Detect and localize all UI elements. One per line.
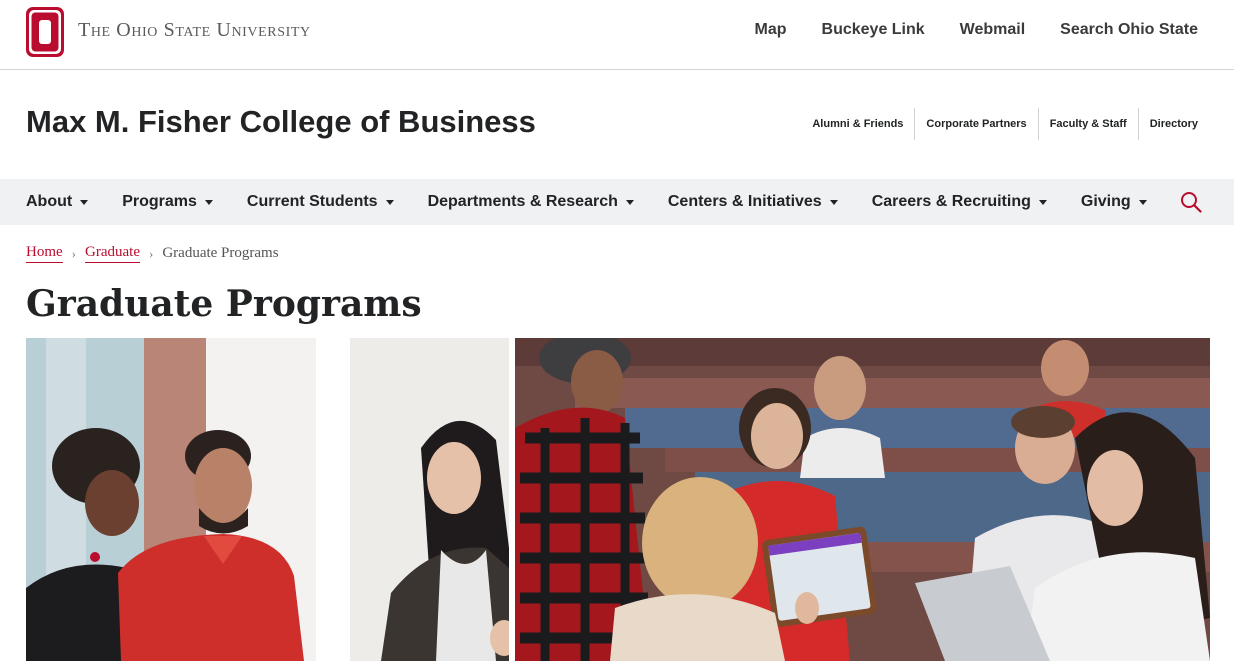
block-o-logo[interactable]	[26, 7, 64, 57]
nav-item-careers-recruiting[interactable]: Careers & Recruiting	[872, 193, 1047, 211]
caret-down-icon	[1038, 200, 1047, 205]
nav-item-programs[interactable]: Programs	[122, 193, 213, 211]
corporate-partners-link[interactable]: Corporate Partners	[914, 108, 1037, 140]
university-wordmark[interactable]: The Ohio State University	[78, 19, 311, 42]
caret-down-icon	[80, 200, 89, 205]
main-nav-list: About Programs Current Students Departme…	[26, 179, 1147, 225]
breadcrumb-current: Graduate Programs	[162, 245, 279, 261]
hero-photo-students-talking	[26, 338, 509, 661]
directory-link[interactable]: Directory	[1137, 108, 1198, 140]
breadcrumb: Home › Graduate › Graduate Programs	[26, 244, 279, 263]
hero-photo-classroom-group	[515, 338, 1210, 661]
search-ohio-state-link[interactable]: Search Ohio State	[1060, 21, 1198, 39]
nav-item-giving[interactable]: Giving	[1081, 193, 1147, 211]
main-nav: About Programs Current Students Departme…	[0, 179, 1234, 225]
caret-down-icon	[204, 200, 213, 205]
page-title: Graduate Programs	[26, 283, 422, 325]
nav-item-current-students[interactable]: Current Students	[247, 193, 394, 211]
nav-item-label: Departments & Research	[427, 193, 618, 210]
chevron-right-icon: ›	[71, 245, 77, 261]
college-audience-links: Alumni & Friends Corporate Partners Facu…	[801, 108, 1198, 140]
breadcrumb-home[interactable]: Home	[26, 244, 63, 263]
alumni-friends-link[interactable]: Alumni & Friends	[801, 108, 914, 140]
nav-item-centers-initiatives[interactable]: Centers & Initiatives	[668, 193, 838, 211]
nav-item-label: Giving	[1080, 193, 1131, 210]
breadcrumb-graduate[interactable]: Graduate	[85, 244, 140, 263]
nav-item-departments-research[interactable]: Departments & Research	[428, 193, 634, 211]
nav-item-label: Current Students	[246, 193, 378, 210]
nav-item-label: Careers & Recruiting	[871, 193, 1031, 210]
caret-down-icon	[1138, 200, 1147, 205]
nav-item-label: Programs	[122, 193, 197, 210]
caret-down-icon	[385, 200, 394, 205]
college-title[interactable]: Max M. Fisher College of Business	[26, 104, 536, 140]
buckeye-link[interactable]: Buckeye Link	[822, 21, 925, 39]
university-links: Map Buckeye Link Webmail Search Ohio Sta…	[755, 21, 1198, 39]
university-bar: The Ohio State University Map Buckeye Li…	[0, 0, 1234, 70]
nav-item-about[interactable]: About	[26, 193, 89, 211]
chevron-right-icon: ›	[148, 245, 154, 261]
nav-item-label: About	[26, 193, 73, 210]
faculty-staff-link[interactable]: Faculty & Staff	[1037, 108, 1138, 140]
nav-item-label: Centers & Initiatives	[667, 193, 822, 210]
caret-down-icon	[829, 200, 838, 205]
caret-down-icon	[625, 200, 634, 205]
webmail-link[interactable]: Webmail	[960, 21, 1026, 39]
search-icon[interactable]	[1180, 191, 1202, 213]
map-link[interactable]: Map	[755, 21, 787, 39]
